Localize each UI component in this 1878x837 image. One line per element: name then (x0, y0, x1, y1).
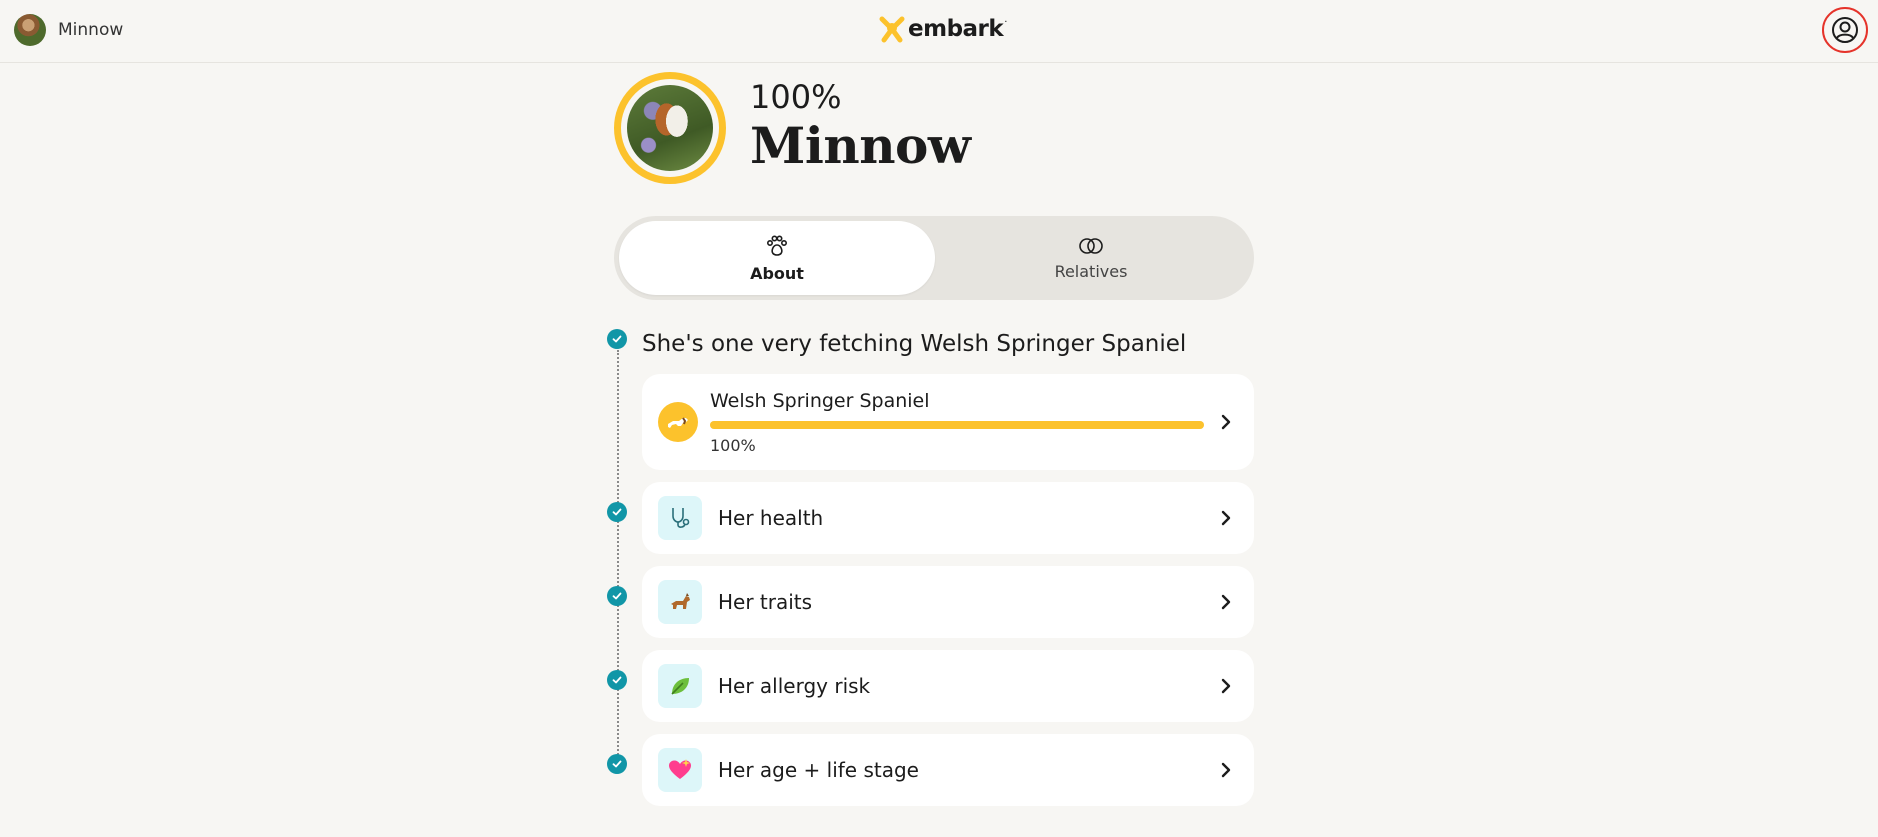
age-life-stage-card[interactable]: Her age + life stage (642, 734, 1254, 806)
breed-progress-fill (710, 421, 1204, 429)
spaniel-icon (658, 402, 698, 442)
pet-switcher-name: Minnow (58, 20, 124, 40)
tab-relatives[interactable]: Relatives (933, 221, 1249, 295)
check-icon (607, 670, 627, 690)
chevron-right-icon (1221, 594, 1231, 610)
breed-card[interactable]: Welsh Springer Spaniel 100% (642, 374, 1254, 470)
traits-card[interactable]: Her traits (642, 566, 1254, 638)
stethoscope-icon (658, 496, 702, 540)
breed-name: Welsh Springer Spaniel (710, 390, 930, 412)
linked-rings-icon (1079, 237, 1103, 254)
pet-switcher[interactable]: Minnow (14, 14, 123, 46)
heart-icon (658, 748, 702, 792)
chevron-right-icon (1221, 414, 1231, 430)
embark-logo-icon (879, 16, 905, 43)
dog-profile-photo (627, 85, 713, 171)
hero-breed-percent: 100% (750, 78, 842, 116)
tab-relatives-label: Relatives (1054, 261, 1128, 281)
timeline-intro-heading: She's one very fetching Welsh Springer S… (642, 331, 1187, 357)
check-icon (607, 586, 627, 606)
chevron-right-icon (1221, 762, 1231, 778)
age-life-stage-label: Her age + life stage (718, 758, 919, 782)
logo-text: embark (908, 16, 1004, 42)
allergy-risk-label: Her allergy risk (718, 674, 871, 698)
dog-profile-photo-ring (614, 72, 726, 184)
paw-icon (766, 234, 787, 256)
user-circle-icon (1832, 17, 1858, 43)
tab-about-label: About (750, 263, 804, 283)
profile-tabs: About Relatives (614, 216, 1254, 300)
chevron-right-icon (1221, 678, 1231, 694)
leaf-icon (658, 664, 702, 708)
health-label: Her health (718, 506, 824, 530)
check-icon (607, 329, 627, 349)
health-card[interactable]: Her health (642, 482, 1254, 554)
top-bar: Minnow embark · (0, 0, 1878, 63)
chevron-right-icon (1221, 510, 1231, 526)
dog-icon (658, 580, 702, 624)
tab-about[interactable]: About (619, 221, 935, 295)
traits-label: Her traits (718, 590, 813, 614)
hero-dog-name: Minnow (750, 116, 971, 175)
check-icon (607, 502, 627, 522)
breed-percent: 100% (710, 436, 756, 455)
logo-mark: · (1004, 16, 1008, 28)
embark-logo[interactable]: embark · (878, 15, 1007, 43)
account-button[interactable] (1822, 7, 1868, 53)
allergy-risk-card[interactable]: Her allergy risk (642, 650, 1254, 722)
timeline-dotted-line (617, 350, 619, 755)
check-icon (607, 754, 627, 774)
breed-progress-bar (710, 421, 1204, 429)
pet-avatar (14, 14, 46, 46)
